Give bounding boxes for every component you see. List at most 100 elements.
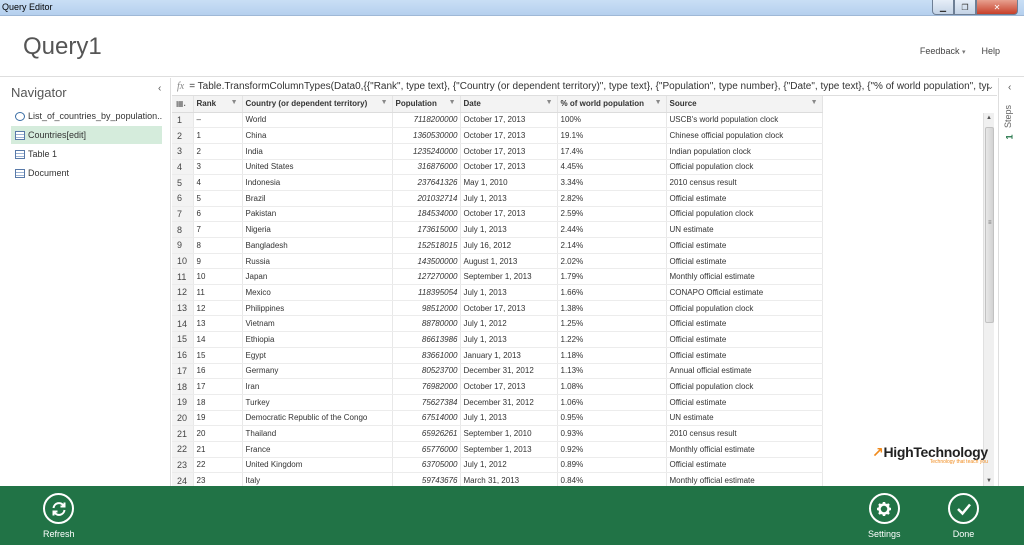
nav-item-label: Countries[edit] xyxy=(28,130,87,140)
table-row[interactable]: 17 16 Germany 80523700 December 31, 2012 1.13… xyxy=(172,363,823,380)
row-number[interactable]: 12 xyxy=(172,284,194,301)
row-number[interactable]: 4 xyxy=(172,159,194,176)
row-number[interactable]: 8 xyxy=(172,221,194,238)
row-number[interactable]: 17 xyxy=(172,363,194,380)
row-number[interactable]: 3 xyxy=(172,143,194,160)
vertical-scrollbar[interactable]: ▲ ≡ ▼ xyxy=(983,113,994,486)
column-header-date[interactable]: Date ▼ xyxy=(460,96,558,113)
table-row[interactable]: 18 17 Iran 76982000 October 17, 2013 1.08% Off… xyxy=(172,378,823,395)
nav-item-table1[interactable]: Table 1 xyxy=(11,145,162,163)
globe-icon xyxy=(15,111,25,121)
row-number[interactable]: 24 xyxy=(172,472,194,486)
filter-dropdown-icon[interactable]: ▼ xyxy=(655,99,662,106)
done-button[interactable]: Done xyxy=(948,493,979,539)
expand-steps-button[interactable]: ‹ xyxy=(1008,82,1011,93)
filter-dropdown-icon[interactable]: ▼ xyxy=(546,99,553,106)
table-row[interactable]: 19 18 Turkey 75627384 December 31, 2012 1.06%… xyxy=(172,394,823,411)
formula-bar[interactable]: fx = Table.TransformColumnTypes(Data0,{{… xyxy=(172,78,997,96)
feedback-menu[interactable]: Feedback ▾ xyxy=(920,46,966,56)
table-row[interactable]: 16 15 Egypt 83661000 January 1, 2013 1.18% Off… xyxy=(172,347,823,364)
column-label: Rank xyxy=(196,99,217,109)
table-row[interactable]: 9 8 Bangladesh 152518015 July 16, 2012 2.14% O… xyxy=(172,237,823,254)
minimize-button[interactable]: ▁ xyxy=(932,0,954,15)
row-number[interactable]: 14 xyxy=(172,315,194,333)
formula-text[interactable]: = Table.TransformColumnTypes(Data0,{{"Ra… xyxy=(189,81,989,92)
cell-percent: 2.14% xyxy=(557,237,667,254)
table-row[interactable]: 1– World 7118200000 October 17, 2013 100% USC… xyxy=(172,112,823,129)
row-number[interactable]: 9 xyxy=(172,237,194,254)
row-number[interactable]: 21 xyxy=(172,425,194,442)
row-number[interactable]: 18 xyxy=(172,378,194,395)
help-link[interactable]: Help xyxy=(981,46,1000,56)
scroll-down-icon[interactable]: ▼ xyxy=(986,478,992,484)
table-row[interactable]: 20 19 Democratic Republic of the Congo 6751… xyxy=(172,410,823,427)
cell-population: 98512000 xyxy=(392,300,461,317)
table-row[interactable]: 22 21 France 65776000 September 1, 2013 0.92%… xyxy=(172,441,823,458)
table-row[interactable]: 23 22 United Kingdom 63705000 July 1, 2012 0.… xyxy=(172,457,823,474)
column-header-country[interactable]: Country (or dependent territory) ▼ xyxy=(242,96,393,113)
table-row[interactable]: 14 13 Vietnam 88780000 July 1, 2012 1.25% Offi… xyxy=(172,315,823,333)
close-button[interactable]: ✕ xyxy=(976,0,1018,15)
table-row[interactable]: 4 3 United States 316876000 October 17, 2013… xyxy=(172,159,823,176)
nav-item-countries[interactable]: Countries[edit] xyxy=(11,126,162,144)
filter-dropdown-icon[interactable]: ▼ xyxy=(811,99,818,106)
cell-percent: 1.06% xyxy=(557,394,667,411)
table-row[interactable]: 11 10 Japan 127270000 September 1, 2013 1.79%… xyxy=(172,268,823,286)
cell-population: 237641326 xyxy=(392,174,461,191)
restore-button[interactable]: ❐ xyxy=(954,0,976,15)
column-header-source[interactable]: Source ▼ xyxy=(666,96,823,113)
row-number[interactable]: 6 xyxy=(172,190,194,207)
table-menu-button[interactable]: ▦. xyxy=(172,96,194,113)
done-label: Done xyxy=(952,529,975,539)
table-row[interactable]: 24 23 Italy 59743676 March 31, 2013 0.84% Mont… xyxy=(172,472,823,486)
row-number[interactable]: 1 xyxy=(172,112,194,129)
row-number[interactable]: 22 xyxy=(172,441,194,458)
table-row[interactable]: 12 11 Mexico 118395054 July 1, 2013 1.66% CONA… xyxy=(172,284,823,301)
cell-source: Official population clock xyxy=(666,378,823,395)
row-number[interactable]: 23 xyxy=(172,457,194,474)
table-row[interactable]: 8 7 Nigeria 173615000 July 1, 2013 2.44% UN es… xyxy=(172,221,823,238)
cell-source: UN estimate xyxy=(666,221,823,238)
nav-item-source[interactable]: List_of_countries_by_population... xyxy=(11,107,162,125)
cell-rank: 11 xyxy=(193,284,243,301)
scroll-up-icon[interactable]: ▲ xyxy=(986,115,992,121)
cell-country: Democratic Republic of the Congo xyxy=(242,410,393,427)
table-row[interactable]: 3 2 India 1235240000 October 17, 2013 17.4% In… xyxy=(172,143,823,160)
row-number[interactable]: 5 xyxy=(172,174,194,191)
settings-button[interactable]: Settings xyxy=(868,493,901,539)
cell-date: January 1, 2013 xyxy=(460,347,558,364)
table-row[interactable]: 6 5 Brazil 201032714 July 1, 2013 2.82% Offici… xyxy=(172,190,823,207)
row-number[interactable]: 10 xyxy=(172,253,194,270)
row-number[interactable]: 15 xyxy=(172,331,194,348)
cell-source: CONAPO Official estimate xyxy=(666,284,823,301)
cell-rank: 8 xyxy=(193,237,243,254)
row-number[interactable]: 13 xyxy=(172,300,194,317)
table-row[interactable]: 5 4 Indonesia 237641326 May 1, 2010 3.34% 2010… xyxy=(172,174,823,191)
filter-dropdown-icon[interactable]: ▼ xyxy=(381,99,388,106)
refresh-button[interactable]: Refresh xyxy=(43,493,75,539)
column-header-rank[interactable]: Rank ▼ xyxy=(193,96,243,113)
table-row[interactable]: 7 6 Pakistan 184534000 October 17, 2013 2.59%… xyxy=(172,206,823,223)
cell-rank: 20 xyxy=(193,425,243,442)
table-row[interactable]: 10 9 Russia 143500000 August 1, 2013 2.02% Off… xyxy=(172,253,823,270)
filter-dropdown-icon[interactable]: ▼ xyxy=(449,99,456,106)
collapse-navigator-button[interactable]: ‹ xyxy=(158,83,161,94)
row-number[interactable]: 19 xyxy=(172,394,194,411)
row-number[interactable]: 2 xyxy=(172,127,194,144)
table-row[interactable]: 15 14 Ethiopia 86613986 July 1, 2013 1.22% Off… xyxy=(172,331,823,348)
row-number[interactable]: 7 xyxy=(172,206,194,223)
nav-item-document[interactable]: Document xyxy=(11,164,162,182)
row-number[interactable]: 11 xyxy=(172,268,194,286)
expand-formula-button[interactable]: ⌄ xyxy=(986,81,994,92)
row-number[interactable]: 20 xyxy=(172,410,194,427)
column-header-population[interactable]: Population ▼ xyxy=(392,96,461,113)
cell-population: 65776000 xyxy=(392,441,461,458)
table-row[interactable]: 21 20 Thailand 65926261 September 1, 2010 0.9… xyxy=(172,425,823,442)
table-row[interactable]: 2 1 China 1360530000 October 17, 2013 19.1% Ch… xyxy=(172,127,823,144)
column-header-percent[interactable]: % of world population ▼ xyxy=(557,96,667,113)
row-number[interactable]: 16 xyxy=(172,347,194,364)
scrollbar-thumb[interactable]: ≡ xyxy=(985,127,994,323)
table-row[interactable]: 13 12 Philippines 98512000 October 17, 2013 1… xyxy=(172,300,823,317)
filter-dropdown-icon[interactable]: ▼ xyxy=(231,99,238,106)
cell-country: Vietnam xyxy=(242,315,393,333)
